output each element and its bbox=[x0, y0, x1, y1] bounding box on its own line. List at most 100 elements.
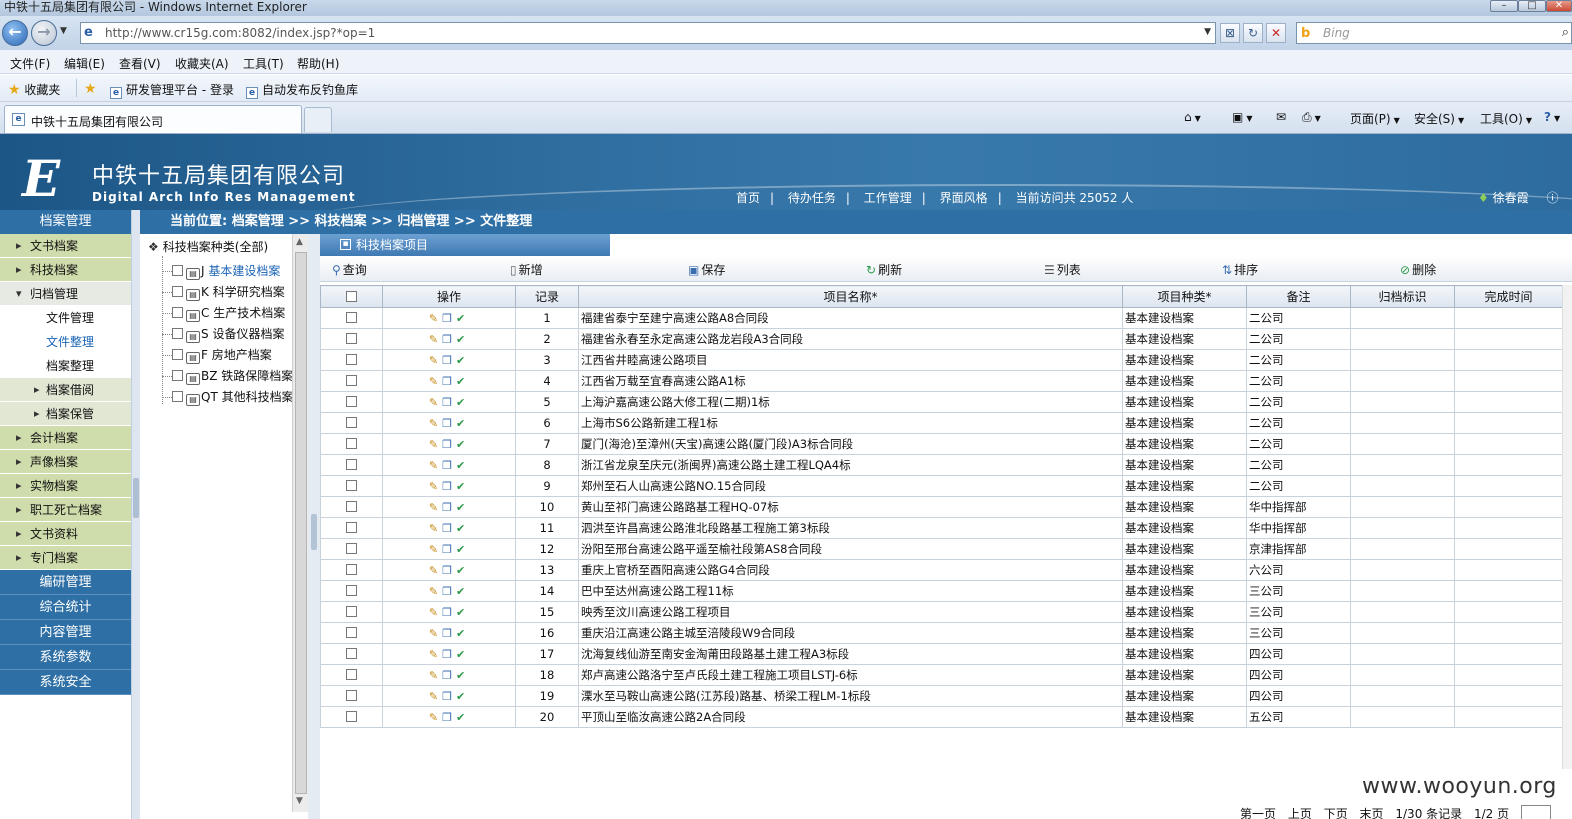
row-note[interactable]: 六公司 bbox=[1246, 559, 1351, 581]
history-dropdown-icon[interactable]: ▼ bbox=[60, 26, 67, 36]
sidebar-item-keji[interactable]: 科技档案 bbox=[0, 258, 131, 282]
add-favorite-icon[interactable]: ★ bbox=[84, 81, 97, 97]
row-note[interactable]: 三公司 bbox=[1246, 601, 1351, 623]
nav-work[interactable]: 工作管理 bbox=[864, 191, 912, 205]
row-project-name[interactable]: 江西省井睦高速公路项目 bbox=[578, 349, 1123, 371]
sidebar-item-borrow[interactable]: 档案借阅 bbox=[0, 378, 131, 402]
row-note[interactable]: 二公司 bbox=[1246, 328, 1351, 350]
table-row[interactable]: ✎❐✔ 2 福建省永春至永定高速公路龙岩段A3合同段 基本建设档案 二公司 bbox=[320, 328, 1563, 350]
table-row[interactable]: ✎❐✔ 17 沈海复线仙游至南安金淘莆田段路基土建工程A3标段 基本建设档案 四公司 bbox=[320, 643, 1563, 665]
row-project-name[interactable]: 映秀至汶川高速公路工程项目 bbox=[578, 601, 1123, 623]
table-row[interactable]: ✎❐✔ 1 福建省泰宁至建宁高速公路A8合同段 基本建设档案 二公司 bbox=[320, 307, 1563, 329]
add-button[interactable]: ▯ 新增 bbox=[510, 261, 543, 278]
row-project-kind[interactable]: 基本建设档案 bbox=[1122, 601, 1247, 623]
search-icon[interactable]: ⌕ bbox=[1562, 25, 1569, 40]
row-archive-flag[interactable] bbox=[1350, 622, 1455, 644]
row-project-name[interactable]: 福建省永春至永定高速公路龙岩段A3合同段 bbox=[578, 328, 1123, 350]
copy-icon[interactable]: ❐ bbox=[442, 312, 456, 325]
row-project-name[interactable]: 上海沪嘉高速公路大修工程(二期)1标 bbox=[578, 391, 1123, 413]
row-note[interactable]: 二公司 bbox=[1246, 412, 1351, 434]
row-checkbox[interactable] bbox=[346, 711, 357, 722]
copy-icon[interactable]: ❐ bbox=[442, 606, 456, 619]
table-row[interactable]: ✎❐✔ 18 郑卢高速公路洛宁至卢氏段土建工程施工项目LSTJ-6标 基本建设档案 四公… bbox=[320, 664, 1563, 686]
row-finish-time[interactable] bbox=[1454, 559, 1563, 581]
favorites-button[interactable]: ★ 收藏夹 bbox=[8, 81, 60, 98]
table-row[interactable]: ✎❐✔ 11 泗洪至许昌高速公路淮北段路基工程施工第3标段 基本建设档案 华中指挥部 bbox=[320, 517, 1563, 539]
row-finish-time[interactable] bbox=[1454, 622, 1563, 644]
row-project-kind[interactable]: 基本建设档案 bbox=[1122, 685, 1247, 707]
sidebar-item-shiwu[interactable]: 实物档案 bbox=[0, 474, 131, 498]
collapse-icon[interactable]: ▪ bbox=[340, 239, 351, 250]
copy-icon[interactable]: ❐ bbox=[442, 480, 456, 493]
new-tab-button[interactable] bbox=[304, 107, 332, 132]
page-menu[interactable]: 页面(P) ▼ bbox=[1350, 110, 1400, 127]
archive-check-icon[interactable]: ✔ bbox=[456, 627, 469, 640]
minimize-button[interactable]: – bbox=[1490, 0, 1518, 12]
row-finish-time[interactable] bbox=[1454, 370, 1563, 392]
sidebar-item-file-manage[interactable]: 文件管理 bbox=[0, 306, 131, 330]
edit-icon[interactable]: ✎ bbox=[429, 522, 442, 535]
row-project-name[interactable]: 郑卢高速公路洛宁至卢氏段土建工程施工项目LSTJ-6标 bbox=[578, 664, 1123, 686]
splitter-grip[interactable] bbox=[311, 514, 317, 550]
row-archive-flag[interactable] bbox=[1350, 706, 1455, 728]
copy-icon[interactable]: ❐ bbox=[442, 648, 456, 661]
row-archive-flag[interactable] bbox=[1350, 475, 1455, 497]
row-note[interactable]: 华中指挥部 bbox=[1246, 517, 1351, 539]
row-note[interactable]: 二公司 bbox=[1246, 391, 1351, 413]
table-row[interactable]: ✎❐✔ 12 汾阳至邢台高速公路平遥至榆社段第AS8合同段 基本建设档案 京津指挥部 bbox=[320, 538, 1563, 560]
row-checkbox[interactable] bbox=[346, 375, 357, 386]
nav-style[interactable]: 界面风格 bbox=[940, 191, 988, 205]
pager-page-input[interactable] bbox=[1520, 805, 1551, 819]
row-finish-time[interactable] bbox=[1454, 307, 1563, 329]
tree-root[interactable]: ❖ 科技档案种类(全部) bbox=[148, 238, 268, 255]
column-header-record[interactable]: 记录 bbox=[515, 285, 579, 308]
back-button[interactable]: ← bbox=[2, 20, 28, 46]
row-checkbox[interactable] bbox=[346, 417, 357, 428]
column-header-note[interactable]: 备注 bbox=[1246, 285, 1351, 308]
row-archive-flag[interactable] bbox=[1350, 517, 1455, 539]
row-archive-flag[interactable] bbox=[1350, 685, 1455, 707]
archive-check-icon[interactable]: ✔ bbox=[456, 375, 469, 388]
copy-icon[interactable]: ❐ bbox=[442, 396, 456, 409]
row-archive-flag[interactable] bbox=[1350, 307, 1455, 329]
row-checkbox[interactable] bbox=[346, 438, 357, 449]
row-checkbox[interactable] bbox=[346, 690, 357, 701]
table-row[interactable]: ✎❐✔ 16 重庆沿江高速公路主城至涪陵段W9合同段 基本建设档案 三公司 bbox=[320, 622, 1563, 644]
tree-node-qita[interactable]: ▤ QT 其他科技档案 bbox=[162, 388, 294, 408]
pager-first[interactable]: 第一页 bbox=[1240, 807, 1276, 819]
archive-check-icon[interactable]: ✔ bbox=[456, 333, 469, 346]
row-project-name[interactable]: 汾阳至邢台高速公路平遥至榆社段第AS8合同段 bbox=[578, 538, 1123, 560]
tree-node-kexue[interactable]: ▤ K 科学研究档案 bbox=[162, 283, 285, 303]
table-row[interactable]: ✎❐✔ 19 溧水至马鞍山高速公路(江苏段)路基、桥梁工程LM-1标段 基本建设档案四… bbox=[320, 685, 1563, 707]
row-checkbox[interactable] bbox=[346, 585, 357, 596]
row-project-kind[interactable]: 基本建设档案 bbox=[1122, 559, 1247, 581]
row-project-name[interactable]: 溧水至马鞍山高速公路(江苏段)路基、桥梁工程LM-1标段 bbox=[578, 685, 1123, 707]
row-note[interactable]: 华中指挥部 bbox=[1246, 496, 1351, 518]
favorite-link-2[interactable]: e 自动发布反钓鱼库 bbox=[246, 81, 358, 99]
row-project-kind[interactable]: 基本建设档案 bbox=[1122, 349, 1247, 371]
row-archive-flag[interactable] bbox=[1350, 580, 1455, 602]
grid-scrollbar[interactable] bbox=[1562, 285, 1572, 769]
row-note[interactable]: 二公司 bbox=[1246, 349, 1351, 371]
menu-view[interactable]: 查看(V) bbox=[119, 55, 161, 72]
archive-check-icon[interactable]: ✔ bbox=[456, 480, 469, 493]
copy-icon[interactable]: ❐ bbox=[442, 438, 456, 451]
query-button[interactable]: ⚲ 查询 bbox=[332, 261, 367, 278]
row-archive-flag[interactable] bbox=[1350, 328, 1455, 350]
mail-icon[interactable]: ✉ bbox=[1276, 110, 1286, 124]
row-project-name[interactable]: 上海市S6公路新建工程1标 bbox=[578, 412, 1123, 434]
pager-last[interactable]: 末页 bbox=[1360, 807, 1384, 819]
menu-tools[interactable]: 工具(T) bbox=[243, 55, 284, 72]
panel-splitter[interactable] bbox=[308, 234, 320, 819]
pager-prev[interactable]: 上页 bbox=[1288, 807, 1312, 819]
delete-button[interactable]: ⊘ 删除 bbox=[1400, 261, 1436, 278]
row-project-kind[interactable]: 基本建设档案 bbox=[1122, 622, 1247, 644]
row-project-kind[interactable]: 基本建设档案 bbox=[1122, 328, 1247, 350]
row-archive-flag[interactable] bbox=[1350, 643, 1455, 665]
archive-check-icon[interactable]: ✔ bbox=[456, 501, 469, 514]
row-checkbox[interactable] bbox=[346, 459, 357, 470]
home-icon[interactable]: ⌂ ▼ bbox=[1184, 110, 1201, 124]
row-archive-flag[interactable] bbox=[1350, 559, 1455, 581]
sidebar-module-security[interactable]: 系统安全 bbox=[0, 670, 131, 695]
sidebar-module-content[interactable]: 内容管理 bbox=[0, 620, 131, 645]
